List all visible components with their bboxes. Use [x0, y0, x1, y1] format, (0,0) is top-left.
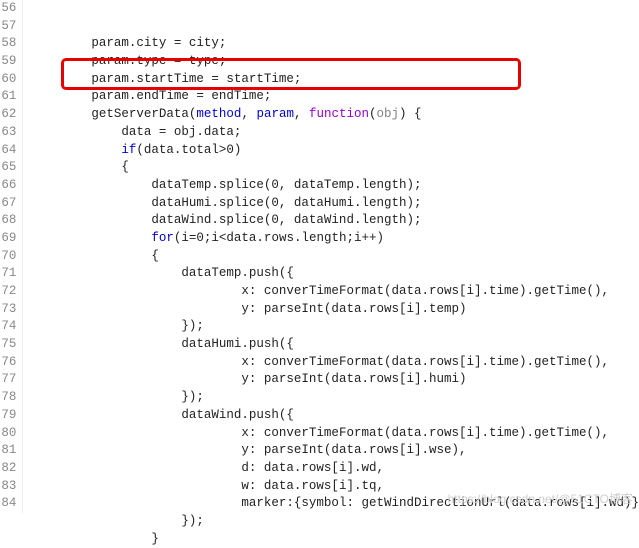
code-line[interactable]: x: converTimeFormat(data.rows[i].time).g… [31, 354, 639, 372]
code-token: , [241, 107, 256, 121]
code-token: x: converTimeFormat(data.rows[i].time).g… [241, 426, 609, 440]
code-line[interactable]: marker:{symbol: getWindDirectionUrl(data… [31, 495, 639, 513]
code-line[interactable]: } [31, 531, 639, 548]
code-editor-area[interactable]: param.city = city; param.type = type; pa… [23, 0, 639, 513]
code-line[interactable]: dataTemp.push({ [31, 265, 639, 283]
line-number: 58 [0, 35, 16, 53]
code-token: y: parseInt(data.rows[i].temp) [241, 302, 466, 316]
code-line[interactable]: y: parseInt(data.rows[i].wse), [31, 442, 639, 460]
line-number: 82 [0, 460, 16, 478]
code-token: function [309, 107, 369, 121]
line-number: 59 [0, 53, 16, 71]
code-token: getServerData( [91, 107, 196, 121]
line-number: 80 [0, 425, 16, 443]
code-token: dataTemp.push({ [181, 266, 294, 280]
code-token: dataHumi.splice(0, dataHumi.length); [151, 196, 421, 210]
code-line[interactable]: dataWind.splice(0, dataWind.length); [31, 212, 639, 230]
code-token: param [256, 107, 294, 121]
code-line[interactable]: getServerData(method, param, function(ob… [31, 106, 639, 124]
line-number: 75 [0, 336, 16, 354]
line-number: 72 [0, 283, 16, 301]
code-line[interactable]: }); [31, 389, 639, 407]
line-number: 64 [0, 142, 16, 160]
code-line[interactable]: y: parseInt(data.rows[i].humi) [31, 371, 639, 389]
code-token: }); [181, 390, 204, 404]
code-token: }); [181, 319, 204, 333]
code-line[interactable]: param.type = type; [31, 53, 639, 71]
code-token: param.city = city; [91, 36, 226, 50]
code-line[interactable]: d: data.rows[i].wd, [31, 460, 639, 478]
code-token: y: parseInt(data.rows[i].wse), [241, 443, 466, 457]
code-token: method [196, 107, 241, 121]
line-number: 77 [0, 371, 16, 389]
line-number: 62 [0, 106, 16, 124]
code-token: param.startTime = startTime; [91, 72, 301, 86]
code-line[interactable]: param.startTime = startTime; [31, 71, 639, 89]
line-number: 56 [0, 0, 16, 18]
code-line[interactable]: dataWind.push({ [31, 407, 639, 425]
code-token: obj [377, 107, 400, 121]
code-token: dataTemp.splice(0, dataTemp.length); [151, 178, 421, 192]
code-line[interactable]: dataHumi.splice(0, dataHumi.length); [31, 195, 639, 213]
line-number: 74 [0, 318, 16, 336]
line-number: 78 [0, 389, 16, 407]
code-token: x: converTimeFormat(data.rows[i].time).g… [241, 284, 609, 298]
code-line[interactable]: data = obj.data; [31, 124, 639, 142]
code-token: (i=0;i<data.rows.length;i++) [174, 231, 384, 245]
code-line[interactable]: x: converTimeFormat(data.rows[i].time).g… [31, 283, 639, 301]
code-line[interactable]: if(data.total>0) [31, 142, 639, 160]
code-line[interactable]: }); [31, 318, 639, 336]
code-token: }); [181, 514, 204, 528]
code-token: ) { [399, 107, 422, 121]
code-token: d: data.rows[i].wd, [241, 461, 384, 475]
line-number: 61 [0, 88, 16, 106]
code-line[interactable]: for(i=0;i<data.rows.length;i++) [31, 230, 639, 248]
code-line[interactable]: { [31, 159, 639, 177]
code-token: dataWind.splice(0, dataWind.length); [151, 213, 421, 227]
line-number: 63 [0, 124, 16, 142]
code-token: } [151, 532, 159, 546]
code-token: x: converTimeFormat(data.rows[i].time).g… [241, 355, 609, 369]
code-token: , [294, 107, 309, 121]
line-number: 65 [0, 159, 16, 177]
line-number: 66 [0, 177, 16, 195]
code-line[interactable]: }); [31, 513, 639, 531]
line-number: 76 [0, 354, 16, 372]
line-number: 79 [0, 407, 16, 425]
code-token: { [151, 249, 159, 263]
code-line[interactable]: x: converTimeFormat(data.rows[i].time).g… [31, 425, 639, 443]
code-token: dataHumi.push({ [181, 337, 294, 351]
code-line[interactable]: { [31, 248, 639, 266]
code-line[interactable]: dataHumi.push({ [31, 336, 639, 354]
line-number: 83 [0, 478, 16, 496]
code-line[interactable]: param.endTime = endTime; [31, 88, 639, 106]
line-number: 73 [0, 301, 16, 319]
line-number: 69 [0, 230, 16, 248]
code-token: param.type = type; [91, 54, 226, 68]
code-line[interactable]: param.city = city; [31, 35, 639, 53]
line-number: 60 [0, 71, 16, 89]
line-number: 70 [0, 248, 16, 266]
code-token: { [121, 160, 129, 174]
code-line[interactable]: w: data.rows[i].tq, [31, 478, 639, 496]
code-token: marker:{symbol: getWindDirectionUrl(data… [241, 496, 639, 510]
line-number: 71 [0, 265, 16, 283]
line-number: 81 [0, 442, 16, 460]
code-line[interactable]: y: parseInt(data.rows[i].temp) [31, 301, 639, 319]
line-number: 84 [0, 495, 16, 513]
code-token: for [151, 231, 174, 245]
line-number: 68 [0, 212, 16, 230]
code-token: data = obj.data; [121, 125, 241, 139]
code-token: if [121, 143, 136, 157]
line-number: 57 [0, 18, 16, 36]
code-token: (data.total>0) [136, 143, 241, 157]
code-line[interactable]: dataTemp.splice(0, dataTemp.length); [31, 177, 639, 195]
code-token: w: data.rows[i].tq, [241, 479, 384, 493]
code-token: ( [369, 107, 377, 121]
code-token: y: parseInt(data.rows[i].humi) [241, 372, 466, 386]
code-token: param.endTime = endTime; [91, 89, 271, 103]
code-token: dataWind.push({ [181, 408, 294, 422]
line-number: 67 [0, 195, 16, 213]
line-number-gutter: 5657585960616263646566676869707172737475… [0, 0, 23, 513]
